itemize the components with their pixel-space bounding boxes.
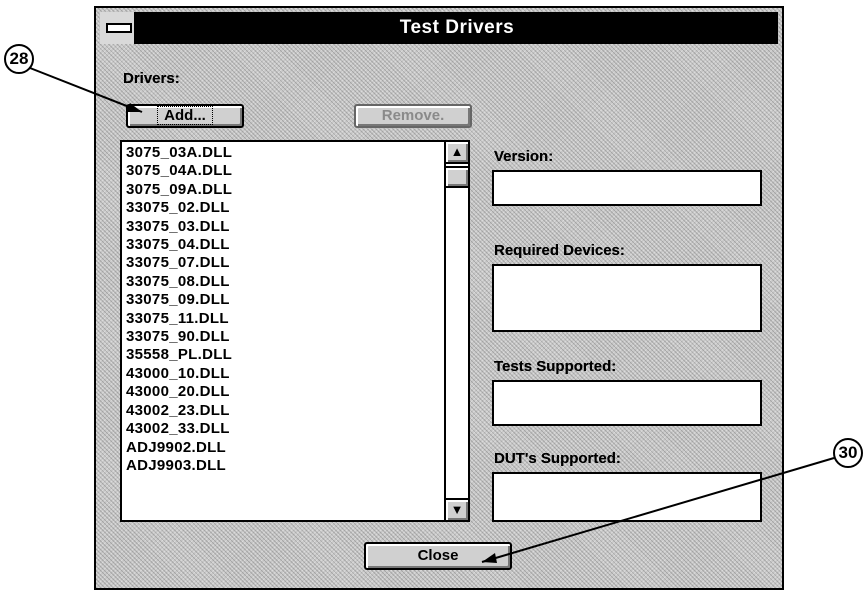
remove-button[interactable]: Remove.	[354, 104, 472, 128]
reference-callout-28: 28	[4, 44, 34, 74]
tests-supported-label: Tests Supported:	[494, 358, 617, 375]
title-bar: Test Drivers	[100, 12, 778, 44]
system-menu-button[interactable]	[100, 12, 136, 44]
driver-list-item[interactable]: 33075_07.DLL	[126, 254, 440, 272]
driver-list-item[interactable]: 3075_04A.DLL	[126, 162, 440, 180]
arrow-down-icon: ▼	[450, 502, 464, 517]
driver-list-item[interactable]: 33075_03.DLL	[126, 218, 440, 236]
driver-list-item[interactable]: 33075_04.DLL	[126, 236, 440, 254]
version-field	[492, 170, 762, 206]
drivers-label: Drivers:	[123, 70, 180, 87]
list-scrollbar[interactable]: ▲ ▼	[444, 142, 468, 520]
driver-list-item[interactable]: 35558_PL.DLL	[126, 346, 440, 364]
driver-list-item[interactable]: 33075_09.DLL	[126, 291, 440, 309]
arrow-up-icon: ▲	[450, 144, 464, 159]
system-menu-icon	[106, 23, 132, 33]
driver-list-item[interactable]: 3075_09A.DLL	[126, 181, 440, 199]
driver-list-item[interactable]: 33075_11.DLL	[126, 310, 440, 328]
scroll-thumb[interactable]	[446, 166, 468, 188]
driver-list-item[interactable]: 43000_20.DLL	[126, 383, 440, 401]
duts-supported-label: DUT's Supported:	[494, 450, 621, 467]
required-devices-label: Required Devices:	[494, 242, 625, 259]
driver-list-item[interactable]: 3075_03A.DLL	[126, 144, 440, 162]
scroll-up-button[interactable]: ▲	[446, 142, 468, 164]
window-title: Test Drivers	[399, 17, 515, 38]
add-button-label: Add...	[157, 106, 213, 125]
test-drivers-dialog: Test Drivers Drivers: Add... Remove. 307…	[94, 6, 784, 590]
driver-list-item[interactable]: 43002_23.DLL	[126, 402, 440, 420]
required-devices-field	[492, 264, 762, 332]
driver-list-item[interactable]: ADJ9903.DLL	[126, 457, 440, 475]
driver-list-item[interactable]: 33075_02.DLL	[126, 199, 440, 217]
close-button[interactable]: Close	[364, 542, 512, 570]
remove-button-label: Remove.	[381, 107, 445, 124]
drivers-list: 3075_03A.DLL 3075_04A.DLL 3075_09A.DLL 3307…	[126, 144, 440, 475]
add-button[interactable]: Add...	[126, 104, 244, 128]
scroll-down-button[interactable]: ▼	[446, 498, 468, 520]
close-button-label: Close	[417, 547, 459, 564]
duts-supported-field	[492, 472, 762, 522]
driver-list-item[interactable]: 33075_90.DLL	[126, 328, 440, 346]
version-label: Version:	[494, 148, 554, 165]
tests-supported-field	[492, 380, 762, 426]
driver-list-item[interactable]: 33075_08.DLL	[126, 273, 440, 291]
driver-list-item[interactable]: 43002_33.DLL	[126, 420, 440, 438]
driver-list-item[interactable]: ADJ9902.DLL	[126, 439, 440, 457]
drivers-listbox[interactable]: 3075_03A.DLL 3075_04A.DLL 3075_09A.DLL 3307…	[120, 140, 470, 522]
driver-list-item[interactable]: 43000_10.DLL	[126, 365, 440, 383]
reference-callout-30: 30	[833, 438, 863, 468]
